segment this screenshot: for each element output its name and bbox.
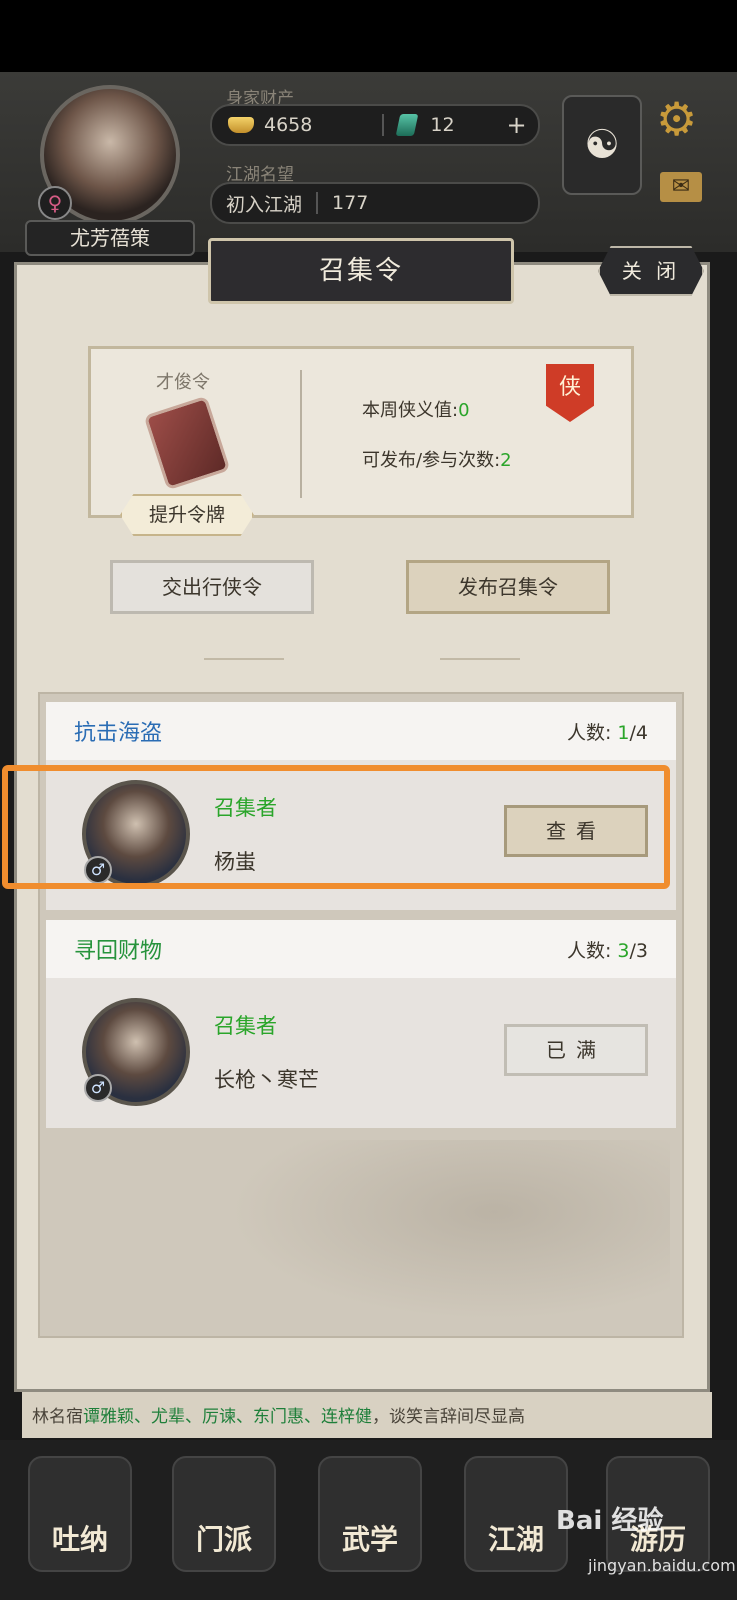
story-text: 林名宿谭雅颖、尤辈、厉谏、东门惠、连梓健，谈笑言辞间尽显高 xyxy=(22,1392,712,1438)
member-count-current: 3 xyxy=(617,939,630,962)
nav-label: 武学 xyxy=(341,1523,398,1556)
watermark-logo: Bai 经验 xyxy=(556,1506,664,1536)
gear-icon[interactable]: ⚙ xyxy=(656,96,697,142)
convener-label: 召集者 xyxy=(214,1014,277,1038)
member-count-current: 1 xyxy=(617,721,630,744)
story-names: 谭雅颖、尤辈、厉谏、东门惠、连梓健 xyxy=(83,1407,372,1427)
weekly-chivalry-label: 本周侠义值: xyxy=(362,400,459,421)
player-name: 尤芳蓓策 xyxy=(25,220,195,256)
gold-ingot-icon xyxy=(228,117,254,133)
weekly-chivalry: 本周侠义值:0 xyxy=(362,396,470,422)
jade-icon xyxy=(396,114,419,136)
male-icon: ♂ xyxy=(84,1074,112,1102)
dialog-title: 召集令 xyxy=(208,238,514,304)
jade-amount: 12 xyxy=(430,114,455,136)
watermark-url: jingyan.baidu.com xyxy=(588,1556,736,1575)
divider xyxy=(382,114,385,136)
convener-name: 杨蚩 xyxy=(214,850,256,874)
publish-count: 可发布/参与次数:2 xyxy=(362,446,512,472)
status-bar-area xyxy=(0,0,737,72)
divider xyxy=(316,192,319,214)
mission-title: 寻回财物 xyxy=(74,939,163,964)
publish-count-label: 可发布/参与次数: xyxy=(362,450,501,471)
weekly-chivalry-value: 0 xyxy=(458,400,470,421)
divider-ornament xyxy=(204,658,284,660)
mission-header: 抗击海盗 人数: 1/4 xyxy=(46,702,676,760)
divider-ornament xyxy=(440,658,520,660)
convener-name: 长枪丶寒芒 xyxy=(214,1068,319,1092)
publish-call-button[interactable]: 发布召集令 xyxy=(406,560,610,614)
member-count: 人数: 3/3 xyxy=(567,936,648,963)
card-divider xyxy=(300,370,302,498)
reputation-rank: 初入江湖 xyxy=(226,193,303,216)
close-button[interactable]: 关 闭 xyxy=(598,246,704,296)
male-icon: ♂ xyxy=(84,856,112,884)
view-button[interactable]: 查看 xyxy=(504,805,648,857)
add-currency-button[interactable]: + xyxy=(507,111,527,139)
story-suffix: ，谈笑言辞间尽显高 xyxy=(372,1407,525,1427)
gold-amount: 4658 xyxy=(264,114,313,136)
resource-bar: 4658 12 + xyxy=(210,104,540,146)
female-icon: ♀ xyxy=(38,186,72,220)
nav-label: 吐纳 xyxy=(51,1523,108,1556)
member-count-total: /4 xyxy=(629,721,649,744)
taiji-icon[interactable]: ☯ xyxy=(562,95,642,195)
member-count-total: /3 xyxy=(629,939,649,962)
submit-token-button[interactable]: 交出行侠令 xyxy=(110,560,314,614)
mail-icon[interactable]: ✉ xyxy=(660,172,702,202)
nav-label: 门派 xyxy=(195,1523,252,1556)
member-count: 人数: 1/4 xyxy=(567,718,648,745)
background-art xyxy=(230,1140,670,1320)
story-prefix: 林名宿 xyxy=(32,1407,83,1427)
publish-count-value: 2 xyxy=(500,450,512,471)
member-count-label: 人数: xyxy=(566,721,612,744)
convener-label: 召集者 xyxy=(214,796,277,820)
full-button: 已满 xyxy=(504,1024,648,1076)
upgrade-token-button[interactable]: 提升令牌 xyxy=(120,494,254,536)
mission-header: 寻回财物 人数: 3/3 xyxy=(46,920,676,978)
token-name: 才俊令 xyxy=(156,372,210,393)
mission-title: 抗击海盗 xyxy=(74,721,163,746)
nav-label: 江湖 xyxy=(487,1523,544,1556)
reputation-value: 177 xyxy=(332,192,369,214)
member-count-label: 人数: xyxy=(566,939,612,962)
reputation-bar: 初入江湖 177 xyxy=(210,182,540,224)
